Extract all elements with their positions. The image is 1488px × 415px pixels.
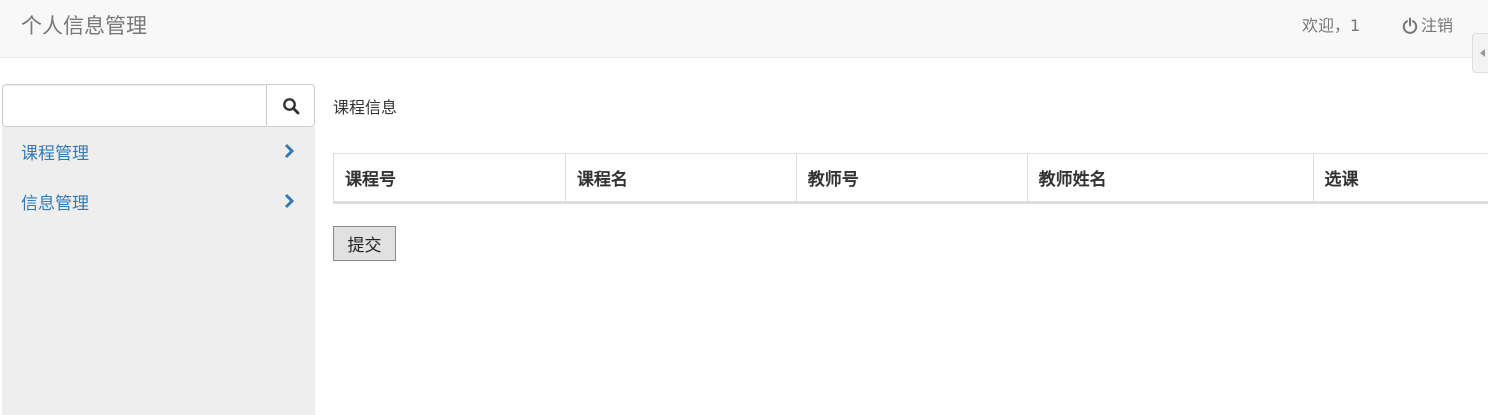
power-icon bbox=[1402, 17, 1418, 34]
top-navbar: 个人信息管理 欢迎，1 注销 bbox=[0, 0, 1488, 58]
search-icon bbox=[282, 97, 299, 114]
search-input[interactable] bbox=[2, 84, 266, 127]
sidebar-toggle-button[interactable] bbox=[1472, 33, 1488, 73]
logout-button[interactable]: 注销 bbox=[1401, 14, 1453, 38]
search-button[interactable] bbox=[266, 84, 315, 127]
column-header: 课程号 bbox=[333, 153, 566, 204]
table-header-row: 课程号 课程名 教师号 教师姓名 选课 bbox=[333, 153, 1488, 204]
sidebar-item-label: 信息管理 bbox=[21, 193, 89, 214]
column-header: 选课 bbox=[1312, 153, 1488, 204]
chevron-right-icon bbox=[284, 193, 295, 209]
submit-button[interactable]: 提交 bbox=[333, 226, 396, 261]
column-header: 教师姓名 bbox=[1026, 153, 1314, 204]
chevron-right-icon bbox=[284, 143, 295, 159]
column-header: 教师号 bbox=[795, 153, 1028, 204]
caret-left-icon bbox=[1480, 49, 1485, 57]
sidebar: 课程管理 信息管理 bbox=[2, 84, 315, 415]
sidebar-item-course-management[interactable]: 课程管理 bbox=[2, 128, 315, 174]
app-title[interactable]: 个人信息管理 bbox=[21, 12, 147, 40]
sidebar-item-label: 课程管理 bbox=[21, 143, 89, 164]
sidebar-item-info-management[interactable]: 信息管理 bbox=[2, 178, 315, 224]
column-header: 课程名 bbox=[564, 153, 797, 204]
logout-label: 注销 bbox=[1421, 16, 1454, 35]
section-title: 课程信息 bbox=[333, 98, 398, 117]
welcome-text: 欢迎，1 bbox=[1302, 16, 1361, 35]
course-table: 课程号 课程名 教师号 教师姓名 选课 bbox=[333, 153, 1488, 204]
sidebar-search bbox=[2, 84, 315, 127]
